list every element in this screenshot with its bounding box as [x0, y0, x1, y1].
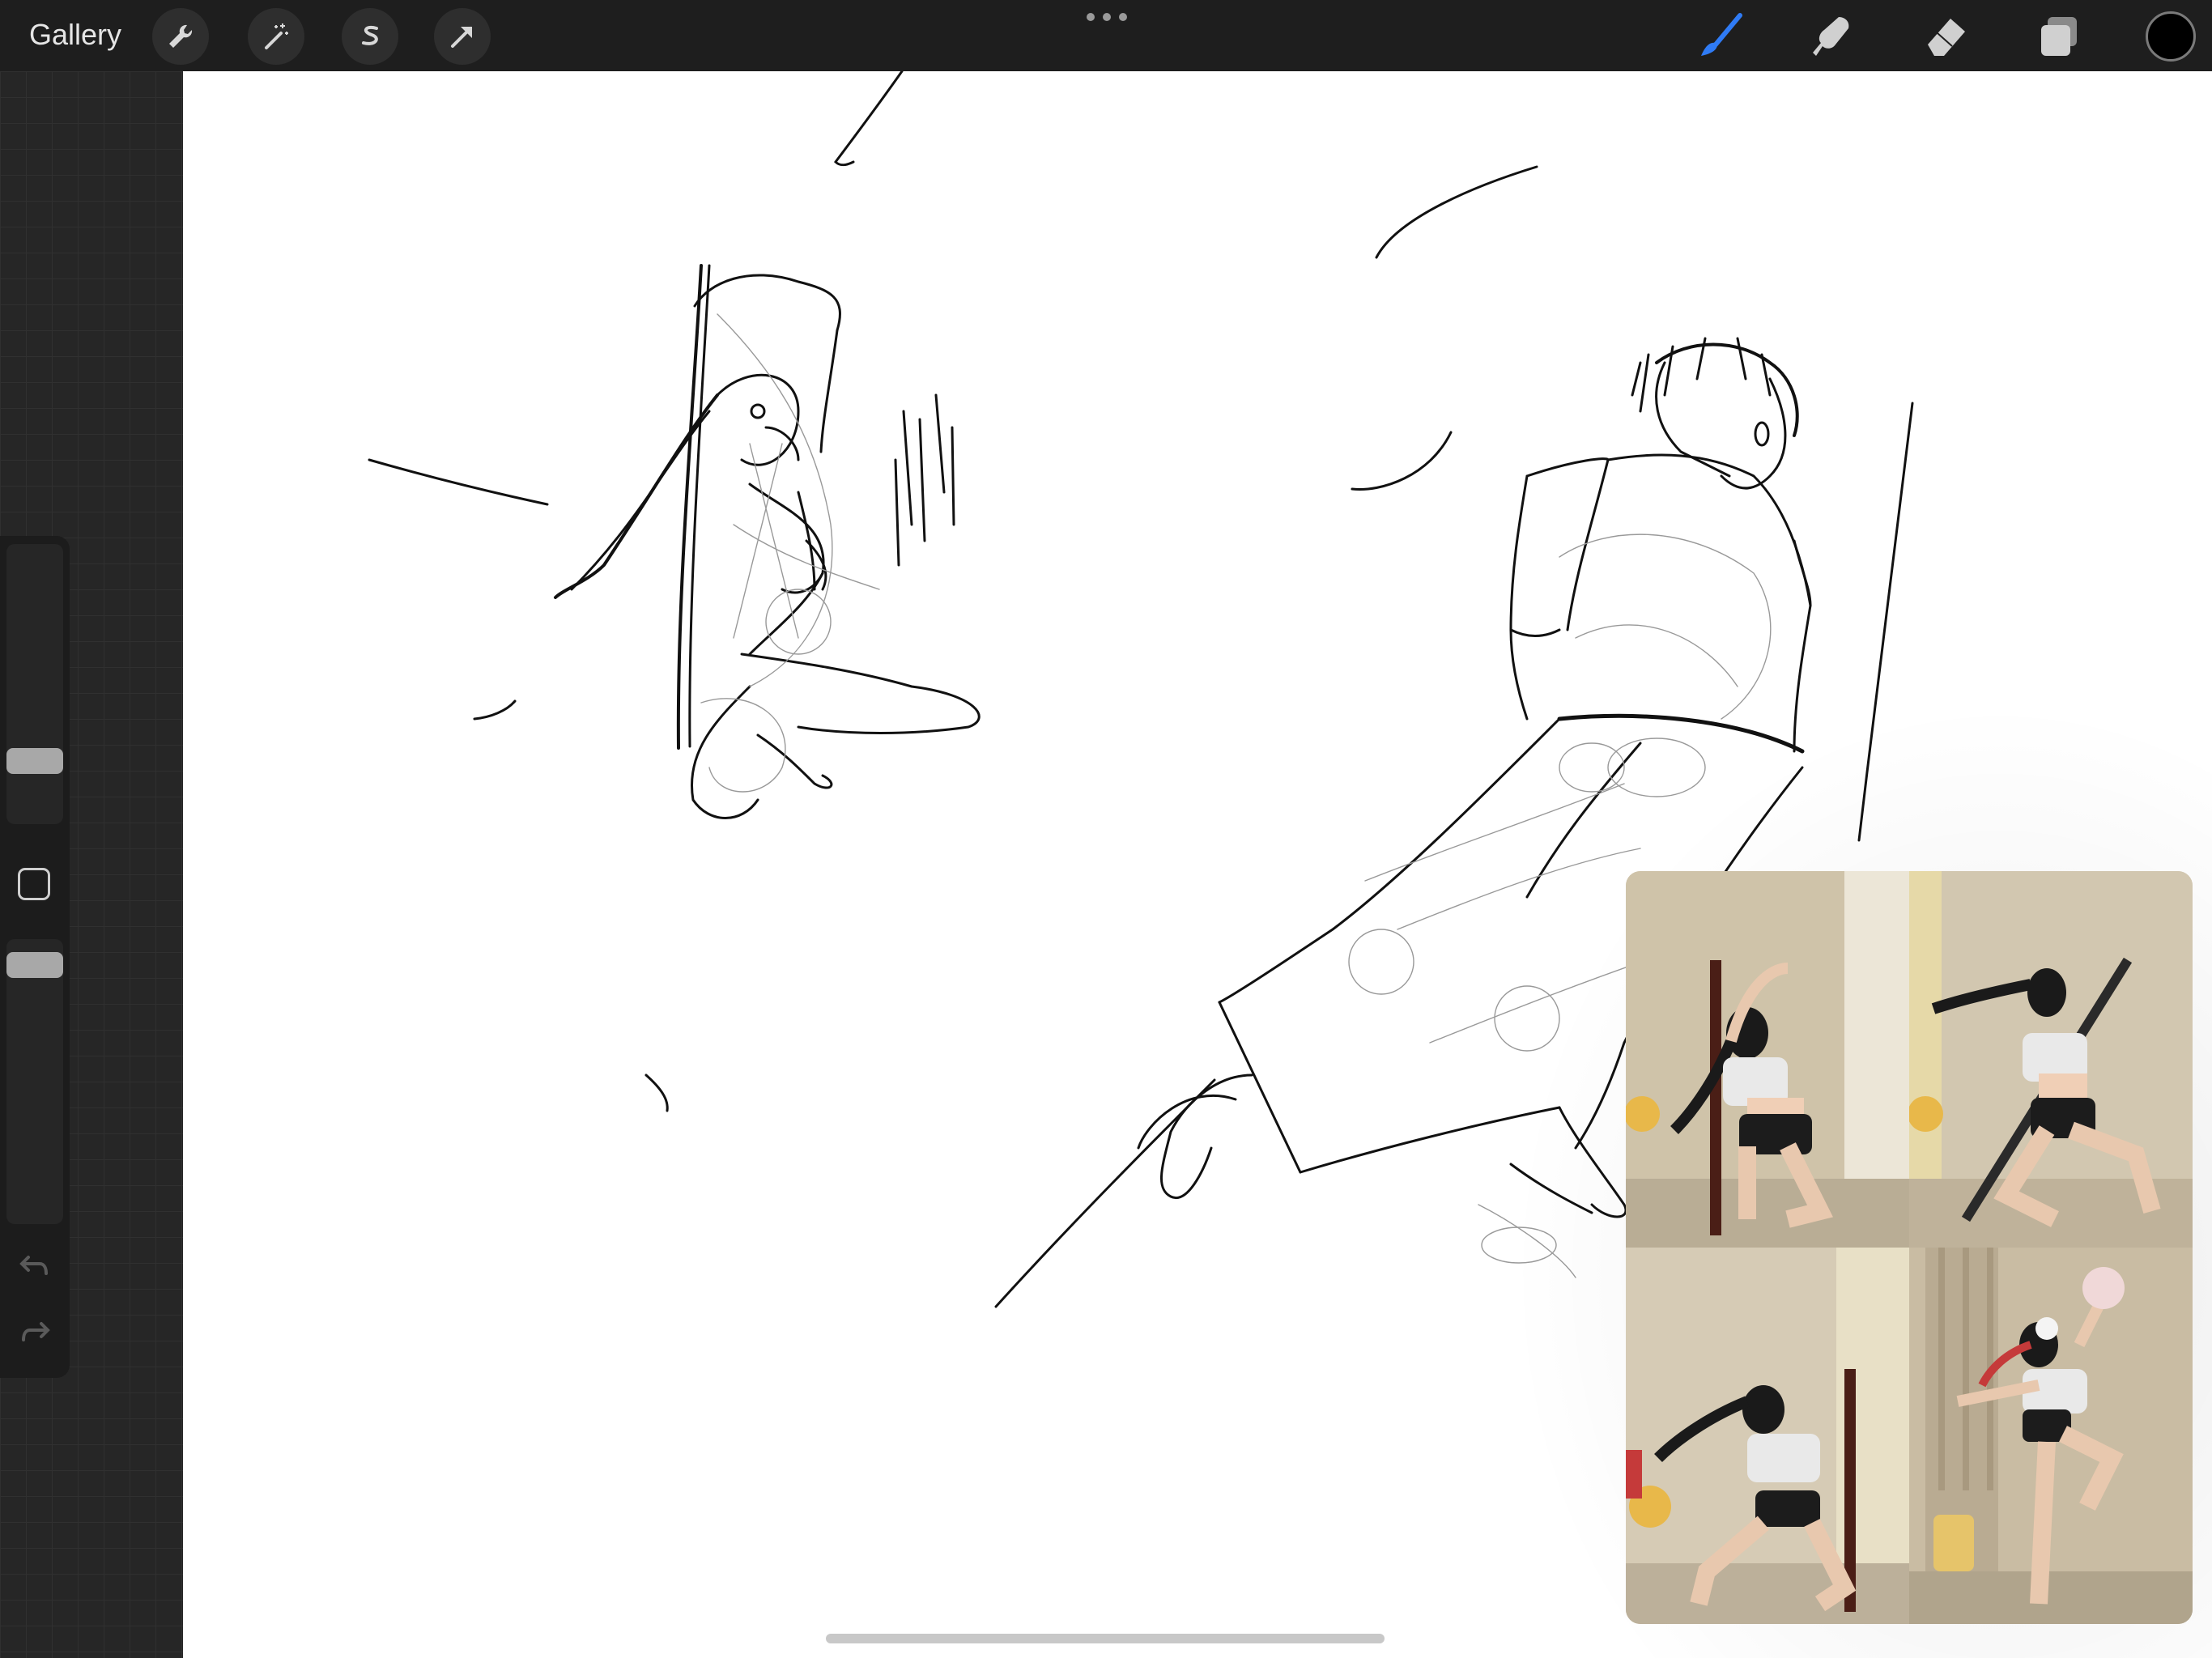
sketch-figure-kneeling	[554, 264, 981, 819]
eraser-icon[interactable]	[1919, 10, 1972, 63]
modify-button[interactable]	[18, 868, 50, 900]
pose-photo-2	[1909, 871, 2193, 1248]
selection-s-icon[interactable]	[342, 8, 398, 65]
pose-photo-3	[1626, 1248, 1909, 1624]
opacity-thumb[interactable]	[6, 952, 63, 978]
adjustments-magic-wand-icon[interactable]	[248, 8, 304, 65]
undo-icon[interactable]	[15, 1248, 55, 1281]
top-toolbar: Gallery	[0, 0, 2212, 71]
transform-arrow-icon[interactable]	[434, 8, 491, 65]
redo-icon[interactable]	[15, 1315, 55, 1347]
brush-size-slider[interactable]	[6, 544, 63, 824]
actions-wrench-icon[interactable]	[152, 8, 209, 65]
brush-size-thumb[interactable]	[6, 748, 63, 774]
sidebar	[0, 536, 70, 1378]
reference-window[interactable]	[1626, 871, 2193, 1624]
more-options-icon[interactable]	[1087, 13, 1127, 26]
pose-photo-4	[1909, 1248, 2193, 1624]
pose-photo-1	[1626, 871, 1909, 1248]
color-picker-swatch[interactable]	[2146, 11, 2196, 62]
brush-icon[interactable]	[1694, 10, 1747, 63]
layers-icon[interactable]	[2032, 10, 2086, 63]
gallery-button[interactable]: Gallery	[29, 18, 121, 52]
smudge-icon[interactable]	[1806, 10, 1859, 63]
home-indicator[interactable]	[826, 1634, 1385, 1643]
opacity-slider[interactable]	[6, 939, 63, 1224]
